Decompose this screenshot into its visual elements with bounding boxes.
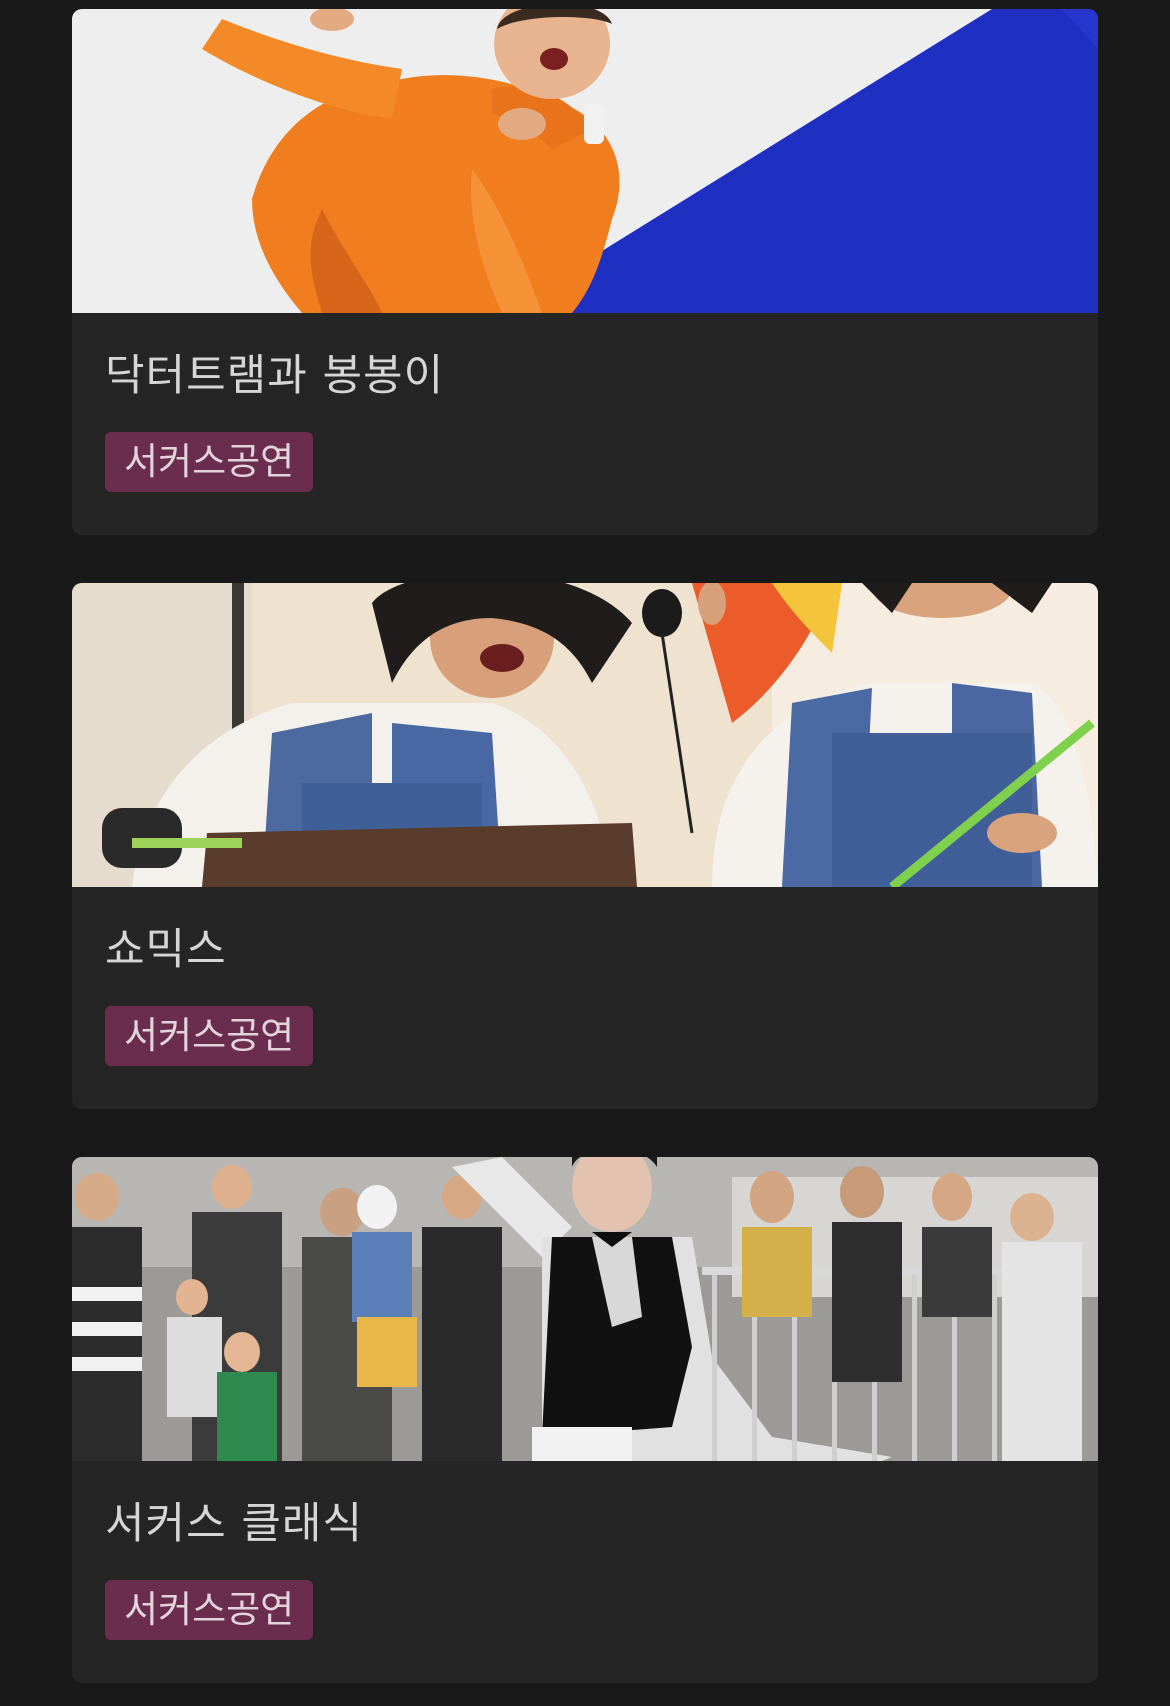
performance-title[interactable]: 서커스 클래식 bbox=[105, 1461, 1065, 1555]
performance-thumbnail[interactable] bbox=[72, 583, 1098, 887]
performance-card[interactable]: 쇼믹스 서커스공연 bbox=[72, 583, 1098, 1109]
performer-black-vest-image bbox=[72, 1157, 1098, 1461]
performance-title[interactable]: 닥터트램과 봉봉이 bbox=[105, 313, 1065, 407]
performance-thumbnail[interactable] bbox=[72, 1157, 1098, 1461]
category-badge: 서커스공연 bbox=[105, 1006, 314, 1066]
performance-card[interactable]: 서커스 클래식 서커스공연 bbox=[72, 1157, 1098, 1683]
performance-thumbnail[interactable] bbox=[72, 9, 1098, 313]
performer-orange-suit-image bbox=[72, 9, 1098, 313]
performance-card[interactable]: 닥터트램과 봉봉이 서커스공연 bbox=[72, 9, 1098, 535]
category-badge: 서커스공연 bbox=[105, 1580, 314, 1640]
category-badge: 서커스공연 bbox=[105, 432, 314, 492]
performance-title[interactable]: 쇼믹스 bbox=[105, 887, 1065, 981]
performers-overalls-image bbox=[72, 583, 1098, 887]
